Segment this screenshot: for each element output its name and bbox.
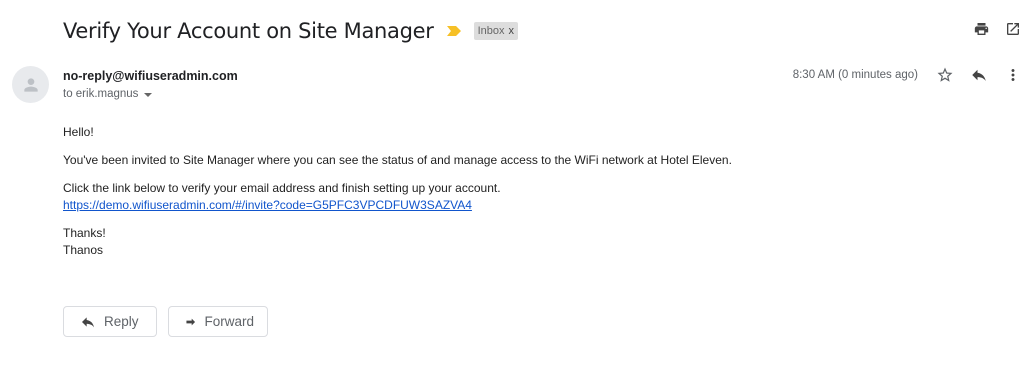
body-signoff: Thanks!	[63, 226, 106, 240]
email-subject: Verify Your Account on Site Manager	[63, 19, 434, 43]
email-body: Hello! You've been invited to Site Manag…	[63, 124, 963, 259]
forward-icon	[186, 318, 196, 325]
reply-button[interactable]: Reply	[63, 306, 157, 337]
forward-button-label: Forward	[204, 314, 254, 329]
forward-button[interactable]: Forward	[168, 306, 268, 337]
inbox-label-text: Inbox	[477, 24, 505, 37]
recipient-text: to erik.magnus	[63, 88, 139, 100]
open-in-new-window-icon[interactable]	[1004, 20, 1022, 38]
timestamp: 8:30 AM (0 minutes ago)	[792, 69, 918, 81]
message-meta: 8:30 AM (0 minutes ago)	[793, 66, 1022, 84]
email-subject-row: Verify Your Account on Site Manager Inbo…	[63, 17, 519, 45]
more-vertical-icon[interactable]	[1004, 66, 1022, 84]
verify-link[interactable]: https://demo.wifiuseradmin.com/#/invite?…	[63, 198, 472, 212]
reply-actions: Reply Forward	[63, 306, 268, 337]
reply-icon	[82, 316, 94, 327]
sender-avatar[interactable]	[12, 66, 49, 103]
top-toolbar	[972, 20, 1022, 38]
importance-marker-icon[interactable]	[446, 24, 462, 38]
body-line-invite: You've been invited to Site Manager wher…	[63, 153, 732, 167]
sender-email[interactable]: no-reply@wifiuseradmin.com	[63, 69, 238, 83]
print-icon[interactable]	[972, 20, 990, 38]
reply-icon[interactable]	[970, 66, 988, 84]
star-icon[interactable]	[936, 66, 954, 84]
reply-button-label: Reply	[104, 314, 139, 329]
recipient-row: to erik.magnus	[63, 88, 153, 100]
remove-label-button[interactable]: x	[509, 25, 515, 37]
person-icon	[23, 77, 38, 92]
inbox-label-chip: Inbox x	[473, 22, 519, 40]
body-line-instructions: Click the link below to verify your emai…	[63, 181, 501, 195]
chevron-down-icon[interactable]	[144, 93, 153, 97]
body-signature: Thanos	[63, 243, 104, 257]
body-greeting: Hello!	[63, 125, 94, 139]
